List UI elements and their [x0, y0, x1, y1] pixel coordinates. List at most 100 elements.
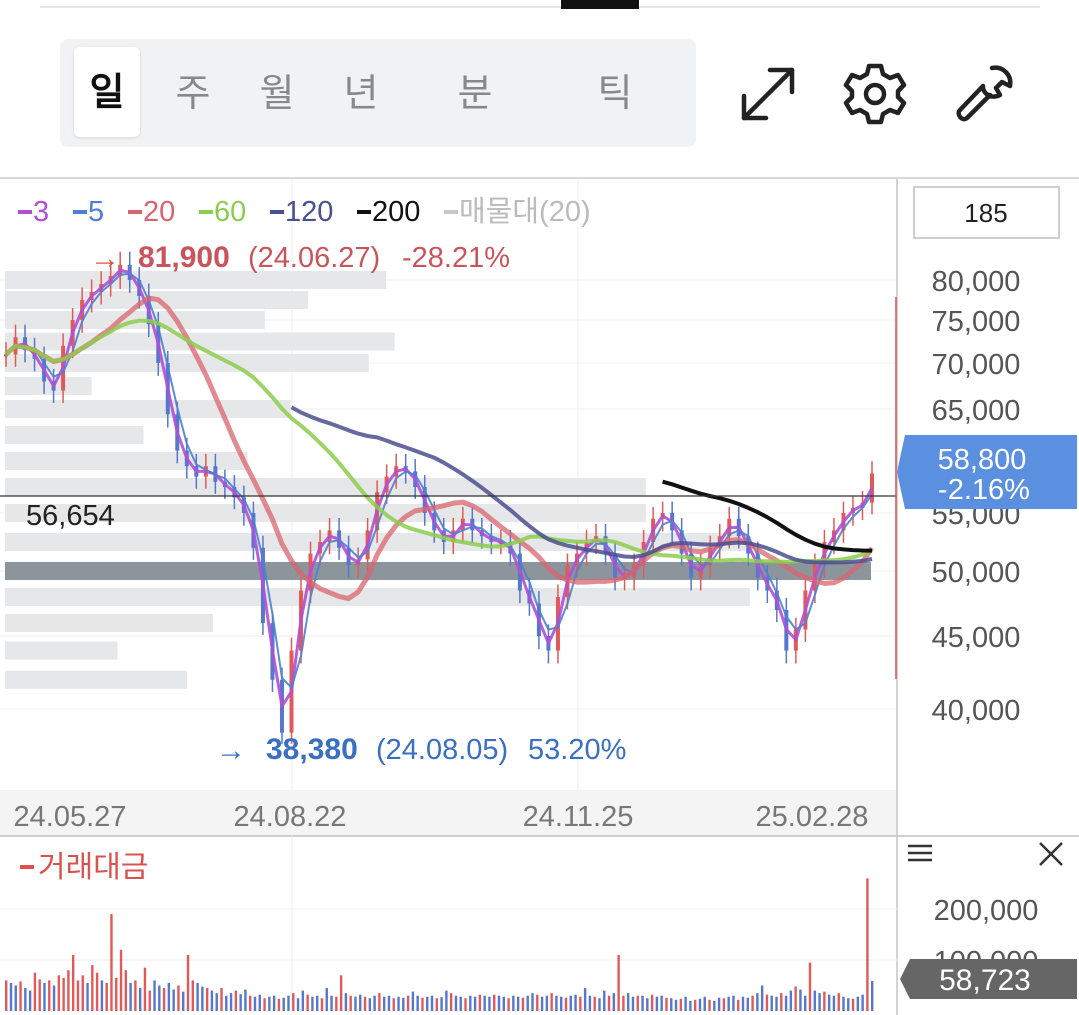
volume-bar-142	[684, 996, 687, 1011]
profile-bar-15	[5, 641, 118, 660]
low-pct: 53.20%	[528, 734, 626, 766]
legend-label-3: 60	[214, 196, 246, 228]
volume-bar-70	[339, 975, 343, 1011]
volume-bar-168	[808, 962, 812, 1011]
volume-bar-24	[119, 949, 123, 1011]
volume-bar-79	[382, 996, 386, 1011]
volume-bar-54	[263, 998, 266, 1011]
volume-bar-106	[512, 995, 515, 1011]
volume-bar-37	[182, 991, 185, 1011]
volume-bar-26	[129, 982, 132, 1011]
price-tick-1: 75,000	[932, 306, 1021, 338]
volume-bar-141	[679, 998, 683, 1011]
volume-bar-159	[765, 994, 769, 1011]
volume-bar-145	[698, 998, 702, 1011]
volume-bar-9	[48, 980, 51, 1011]
price-tick-2: 70,000	[932, 349, 1021, 381]
volume-bar-83	[402, 997, 405, 1011]
volume-bar-175	[842, 996, 845, 1011]
volume-bar-160	[770, 995, 773, 1011]
tab-tick[interactable]: 틱	[580, 39, 650, 147]
volume-bar-109	[526, 995, 529, 1011]
volume-bar-27	[134, 980, 137, 1011]
period-tabs: 일 주 월 년 분 틱	[60, 39, 696, 147]
price-chart[interactable]: 56,654 3 5 20 60 120 200 매물대(20) → 81,900 (24.…	[0, 179, 1079, 1015]
volume-bar-76	[368, 998, 372, 1011]
volume-bar-88	[426, 996, 429, 1011]
legend-label-4: 120	[285, 196, 333, 228]
volume-bar-10	[52, 985, 56, 1011]
volume-bar-75	[363, 996, 367, 1011]
gear-icon[interactable]	[843, 62, 907, 126]
volume-bar-68	[330, 995, 333, 1011]
tab-minute[interactable]: 분	[440, 39, 510, 147]
volume-bar-40	[196, 982, 199, 1011]
volume-bar-38	[186, 954, 190, 1011]
volume-bar-90	[435, 998, 439, 1011]
legend-label-2: 20	[143, 196, 175, 228]
tab-day[interactable]: 일	[74, 47, 140, 137]
volume-bar-146	[703, 996, 706, 1011]
volume-bar-158	[760, 985, 764, 1011]
close-icon[interactable]	[1039, 842, 1063, 866]
volume-bar-8	[43, 982, 46, 1011]
volume-bar-98	[473, 996, 477, 1011]
tab-year[interactable]: 년	[326, 39, 396, 147]
ma-legend: 3 5 20 60 120 200 매물대(20)	[18, 195, 591, 228]
high-date: (24.06.27)	[248, 242, 380, 274]
expand-icon[interactable]	[736, 62, 800, 126]
volume-bar-7	[38, 979, 41, 1011]
volume-bar-129	[622, 995, 625, 1011]
volume-current: 58,723	[939, 964, 1031, 997]
high-pct: -28.21%	[402, 242, 510, 274]
volume-bar-163	[784, 995, 788, 1011]
volume-bar-71	[344, 993, 348, 1011]
volume-bar-11	[57, 975, 61, 1011]
volume-bar-63	[306, 994, 309, 1011]
volume-bar-78	[378, 993, 381, 1011]
volume-bar-154	[741, 996, 745, 1011]
volume-bar-92	[445, 990, 448, 1011]
volume-bar-34	[167, 982, 171, 1011]
volume-bar-177	[851, 998, 855, 1011]
volume-axis: 200,000100,000	[0, 895, 1038, 978]
volume-bar-74	[359, 994, 362, 1011]
volume-bar-51	[249, 995, 252, 1011]
volume-bar-46	[225, 995, 228, 1011]
volume-bar-131	[631, 996, 635, 1011]
tab-month[interactable]: 월	[242, 39, 312, 147]
legend-label-1: 5	[88, 196, 104, 228]
volume-bar-103	[497, 995, 501, 1011]
volume-bar-16	[81, 975, 84, 1011]
tab-week[interactable]: 주	[158, 39, 228, 147]
volume-bar-110	[531, 993, 534, 1011]
volume-bar-29	[143, 967, 147, 1011]
volume-bar-140	[674, 999, 678, 1011]
volume-bar-84	[406, 995, 410, 1011]
volume-bar-164	[789, 990, 793, 1011]
volume-bar-167	[804, 995, 807, 1011]
volume-bar-111	[536, 994, 539, 1011]
volume-bar-22	[110, 914, 113, 1011]
volume-bar-139	[670, 998, 673, 1011]
volume-bar-136	[655, 996, 659, 1011]
volume-bar-14	[71, 954, 75, 1011]
high-value: 81,900	[138, 241, 230, 274]
volume-bar-162	[780, 993, 783, 1011]
volume-bar-122	[588, 995, 592, 1011]
price-tick-6: 45,000	[932, 622, 1021, 654]
profile-bar-8	[5, 452, 248, 470]
volume-bar-62	[301, 990, 305, 1011]
volume-bar-115	[555, 995, 558, 1011]
volume-bar-116	[560, 996, 563, 1011]
volume-bar-121	[583, 988, 587, 1011]
volume-title: 거래대금	[38, 851, 148, 884]
menu-icon[interactable]	[908, 844, 932, 862]
volume-bar-101	[488, 996, 491, 1011]
volume-bar-48	[234, 990, 238, 1011]
volume-bar-45	[220, 988, 223, 1011]
volume-bar-69	[335, 996, 338, 1011]
volume-bar-124	[598, 998, 601, 1011]
wrench-icon[interactable]	[952, 62, 1016, 126]
drag-handle[interactable]	[561, 0, 639, 9]
